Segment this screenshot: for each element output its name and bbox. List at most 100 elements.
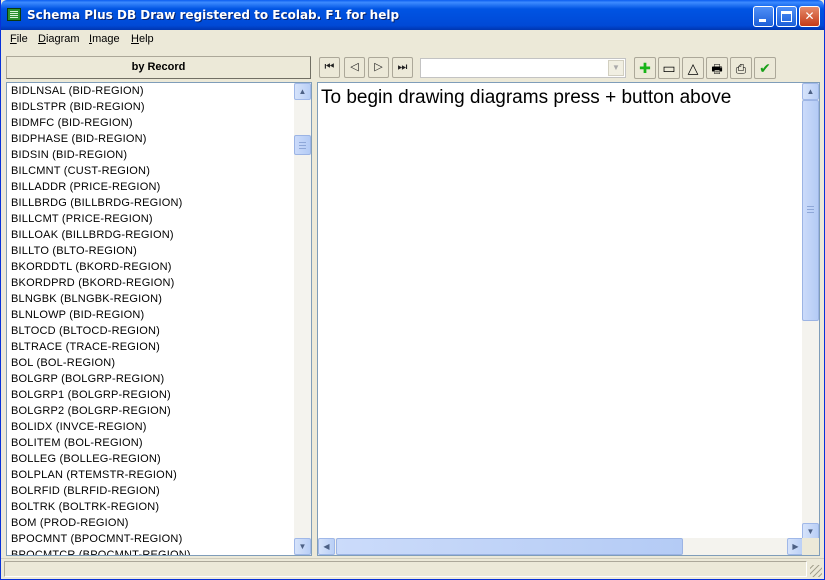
record-list-item[interactable]: BOLGRP1 (BOLGRP-REGION)	[7, 387, 293, 403]
add-diagram-button[interactable]: ✚	[634, 57, 656, 79]
check-icon: ✔	[759, 60, 771, 76]
record-list-item[interactable]: BOLITEM (BOL-REGION)	[7, 435, 293, 451]
record-list[interactable]: BIDLNSAL (BID-REGION) BIDLSTPR (BID-REGIO…	[6, 82, 312, 556]
menu-diagram[interactable]: Diagram	[38, 33, 80, 45]
menu-file-mnemonic: F	[10, 33, 17, 45]
record-list-item[interactable]: BIDLSTPR (BID-REGION)	[7, 99, 293, 115]
record-list-item[interactable]: BIDSIN (BID-REGION)	[7, 147, 293, 163]
scroll-grip-line	[807, 209, 814, 210]
canvas-vertical-scrollbar[interactable]: ▲ ▼	[802, 83, 819, 540]
title-bar[interactable]: Schema Plus DB Draw registered to Ecolab…	[1, 0, 824, 30]
scroll-left-button[interactable]: ◀	[318, 538, 335, 555]
record-list-scrollbar[interactable]: ▲ ▼	[294, 83, 311, 555]
scroll-up-button[interactable]: ▲	[802, 83, 819, 100]
dropdown-button[interactable]: ▼	[608, 60, 624, 76]
window-title: Schema Plus DB Draw registered to Ecolab…	[27, 8, 400, 22]
scroll-grip-line	[299, 142, 306, 143]
record-list-item[interactable]: BOLLEG (BOLLEG-REGION)	[7, 451, 293, 467]
menu-help-label: elp	[138, 33, 154, 45]
record-list-item[interactable]: BIDLNSAL (BID-REGION)	[7, 83, 293, 99]
canvas-horizontal-scrollbar[interactable]: ◀ ▶	[318, 538, 804, 555]
maximize-button[interactable]	[776, 6, 797, 27]
first-icon: ⏮	[324, 61, 335, 73]
scroll-grip-line	[299, 148, 306, 149]
minimize-icon	[759, 19, 766, 22]
record-list-item[interactable]: BPOCMTCR (BPOCMNT-REGION)	[7, 547, 293, 555]
chevron-up-icon: ▲	[298, 87, 307, 96]
scroll-grip-line	[807, 212, 814, 213]
menu-diagram-label: iagram	[45, 33, 80, 45]
chevron-down-icon: ▼	[298, 542, 307, 551]
record-list-item[interactable]: BOLGRP (BOLGRP-REGION)	[7, 371, 293, 387]
minimize-button[interactable]	[753, 6, 774, 27]
scroll-thumb[interactable]	[802, 100, 819, 321]
by-record-header[interactable]: by Record	[6, 56, 311, 79]
app-icon[interactable]	[7, 8, 21, 21]
menu-image[interactable]: Image	[89, 33, 120, 45]
record-list-item[interactable]: BLTRACE (TRACE-REGION)	[7, 339, 293, 355]
first-button[interactable]: ⏮	[319, 57, 340, 78]
record-list-items: BIDLNSAL (BID-REGION) BIDLSTPR (BID-REGIO…	[7, 83, 293, 555]
record-list-item[interactable]: BOLPLAN (RTEMSTR-REGION)	[7, 467, 293, 483]
scroll-thumb[interactable]	[294, 135, 311, 155]
chevron-left-icon: ◀	[323, 542, 330, 551]
record-list-item[interactable]: BPOCMNT (BPOCMNT-REGION)	[7, 531, 293, 547]
scroll-up-button[interactable]: ▲	[294, 83, 311, 100]
record-list-item[interactable]: BOLRFID (BLRFID-REGION)	[7, 483, 293, 499]
next-button[interactable]: ▷	[368, 57, 389, 78]
scroll-thumb[interactable]	[336, 538, 683, 555]
menu-file-label: ile	[16, 33, 28, 45]
menu-diagram-mnemonic: D	[38, 33, 46, 45]
record-list-item[interactable]: BOM (PROD-REGION)	[7, 515, 293, 531]
diagram-select[interactable]: ▼	[420, 58, 626, 78]
menu-help[interactable]: Help	[131, 33, 154, 45]
record-list-item[interactable]: BLTOCD (BLTOCD-REGION)	[7, 323, 293, 339]
menu-bar: File Diagram Image Help	[1, 30, 824, 49]
record-list-item[interactable]: BILLCMT (PRICE-REGION)	[7, 211, 293, 227]
scroll-down-button[interactable]: ▼	[294, 538, 311, 555]
record-list-item[interactable]: BILLADDR (PRICE-REGION)	[7, 179, 293, 195]
menu-image-label: mage	[92, 33, 120, 45]
next-icon: ▷	[374, 61, 383, 73]
record-list-item[interactable]: BIDMFC (BID-REGION)	[7, 115, 293, 131]
printer-setup-icon: 🖶	[711, 62, 723, 76]
record-list-item[interactable]: BKORDDTL (BKORD-REGION)	[7, 259, 293, 275]
printer-setup-button[interactable]: 🖶	[706, 57, 728, 79]
record-list-item[interactable]: BILLOAK (BILLBRDG-REGION)	[7, 227, 293, 243]
record-list-item[interactable]: BILLTO (BLTO-REGION)	[7, 243, 293, 259]
add-icon: ✚	[639, 60, 651, 76]
scroll-grip-line	[807, 206, 814, 207]
record-list-item[interactable]: BILLBRDG (BILLBRDG-REGION)	[7, 195, 293, 211]
menu-file[interactable]: File	[10, 33, 28, 45]
check-button[interactable]: ✔	[754, 57, 776, 79]
record-list-item[interactable]: BOL (BOL-REGION)	[7, 355, 293, 371]
record-list-item[interactable]: BOLTRK (BOLTRK-REGION)	[7, 499, 293, 515]
scroll-corner	[802, 538, 819, 555]
triangle-button[interactable]: △	[682, 57, 704, 79]
remove-button[interactable]: ▭	[658, 57, 680, 79]
status-panel	[4, 561, 807, 577]
record-list-item[interactable]: BKORDPRD (BKORD-REGION)	[7, 275, 293, 291]
last-icon: ⏭	[397, 61, 408, 73]
print-icon: ⎙	[735, 61, 747, 76]
last-button[interactable]: ⏭	[392, 57, 413, 78]
diagram-toolbar: ⏮ ◁ ▷ ⏭ ▼ ✚ ▭ △ 🖶 ⎙ ✔	[317, 56, 824, 80]
resize-grip-icon[interactable]	[810, 565, 822, 577]
maximize-icon	[781, 11, 792, 22]
chevron-right-icon: ▶	[792, 542, 799, 551]
print-button[interactable]: ⎙	[730, 57, 752, 79]
triangle-icon: △	[687, 60, 699, 76]
record-list-item[interactable]: BLNLOWP (BID-REGION)	[7, 307, 293, 323]
chevron-down-icon: ▼	[806, 527, 815, 536]
record-list-item[interactable]: BLNGBK (BLNGBK-REGION)	[7, 291, 293, 307]
diagram-canvas[interactable]: To begin drawing diagrams press + button…	[317, 82, 820, 556]
record-list-item[interactable]: BOLGRP2 (BOLGRP-REGION)	[7, 403, 293, 419]
status-bar	[1, 558, 824, 579]
record-list-item[interactable]: BOLIDX (INVCE-REGION)	[7, 419, 293, 435]
chevron-up-icon: ▲	[806, 87, 815, 96]
prev-button[interactable]: ◁	[344, 57, 365, 78]
menu-help-mnemonic: H	[131, 33, 139, 45]
record-list-item[interactable]: BIDPHASE (BID-REGION)	[7, 131, 293, 147]
record-list-item[interactable]: BILCMNT (CUST-REGION)	[7, 163, 293, 179]
close-button[interactable]: ✕	[799, 6, 820, 27]
